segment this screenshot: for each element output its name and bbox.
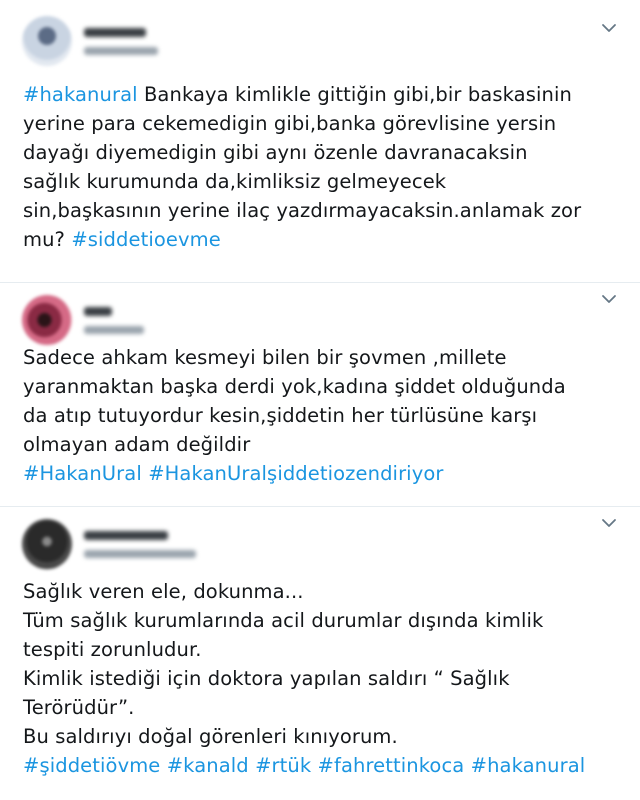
author-info[interactable]	[84, 27, 158, 55]
text-segment: tespiti zorunludur.	[23, 638, 202, 661]
text-segment: Bu saldırıyı doğal görenleri kınıyorum.	[23, 725, 398, 748]
hashtag-link[interactable]: #fahrettinkoca	[318, 754, 465, 777]
tweet-text: Sadece ahkam kesmeyi bilen bir şovmen ,m…	[23, 343, 566, 488]
author-name-blurred[interactable]	[84, 27, 146, 37]
tweet-text-line: Sadece ahkam kesmeyi bilen bir şovmen ,m…	[23, 343, 566, 372]
tweet-text: #hakanural Bankaya kimlikle gittiğin gib…	[23, 80, 623, 254]
hashtag-link[interactable]: #hakanural	[471, 754, 586, 777]
tweet-1: #hakanural Bankaya kimlikle gittiğin gib…	[0, 0, 640, 283]
text-segment: olmayan adam değildir	[23, 433, 251, 456]
hashtag-link[interactable]: #siddetioevme	[71, 228, 221, 251]
tweet-text-line: olmayan adam değildir	[23, 430, 566, 459]
tweet-text-line: tespiti zorunludur.	[23, 635, 585, 664]
text-segment: Sağlık veren ele, dokunma...	[23, 580, 304, 603]
hashtag-link[interactable]: #rtük	[255, 754, 311, 777]
author-info[interactable]	[84, 530, 196, 558]
chevron-down-icon[interactable]	[600, 517, 618, 529]
hashtag-link[interactable]: #şiddetiövme	[23, 754, 160, 777]
tweet-3: Sağlık veren ele, dokunma... Tüm sağlık k…	[0, 507, 640, 800]
text-segment: da atıp tutuyordur kesin,şiddetin her tü…	[23, 404, 538, 427]
tweet-text-line: Bu saldırıyı doğal görenleri kınıyorum.	[23, 722, 585, 751]
tweet-text-line: Terörüdür”.	[23, 693, 585, 722]
tweet-text-line: #hakanural Bankaya kimlikle gittiğin gib…	[23, 80, 623, 109]
hashtag-link[interactable]: #HakanUralşiddetiozendiriyor	[148, 462, 443, 485]
tweet-header	[22, 519, 196, 569]
tweet-text-line: Kimlik istediği için doktora yapılan sal…	[23, 664, 585, 693]
chevron-down-icon[interactable]	[600, 22, 618, 34]
avatar[interactable]	[22, 519, 72, 569]
tweet-text-line: sin,başkasının yerine ilaç yazdırmayacak…	[23, 196, 623, 225]
hashtag-link[interactable]: #HakanUral	[23, 462, 142, 485]
tweet-text-line: #şiddetiövme #kanald #rtük #fahrettinkoc…	[23, 751, 585, 780]
text-segment: Sadece ahkam kesmeyi bilen bir şovmen ,m…	[23, 346, 507, 369]
avatar[interactable]	[22, 16, 72, 66]
tweet-text-line: da atıp tutuyordur kesin,şiddetin her tü…	[23, 401, 566, 430]
tweet-header	[22, 16, 158, 66]
tweet-text-line: sağlık kurumunda da,kimliksiz gelmeyecek	[23, 167, 623, 196]
hashtag-link[interactable]: #kanald	[167, 754, 249, 777]
tweet-text-line: #HakanUral #HakanUralşiddetiozendiriyor	[23, 459, 566, 488]
text-segment: mu?	[23, 228, 72, 251]
tweet-text: Sağlık veren ele, dokunma... Tüm sağlık k…	[23, 577, 585, 780]
text-segment: yaranmaktan başka derdi yok,kadına şidde…	[23, 375, 566, 398]
text-segment: Terörüdür”.	[23, 696, 135, 719]
text-segment: Tüm sağlık kurumlarında acil durumlar dı…	[23, 609, 544, 632]
tweet-text-line: Sağlık veren ele, dokunma...	[23, 577, 585, 606]
tweet-header	[22, 295, 144, 345]
tweet-text-line: mu? #siddetioevme	[23, 225, 623, 254]
text-segment: sağlık kurumunda da,kimliksiz gelmeyecek	[23, 170, 447, 193]
tweet-text-line: dayağı diyemedigin gibi aynı özenle davr…	[23, 138, 623, 167]
text-segment: dayağı diyemedigin gibi aynı özenle davr…	[23, 141, 528, 164]
author-handle-blurred	[84, 46, 158, 55]
author-handle-blurred	[84, 325, 144, 334]
author-info[interactable]	[84, 306, 144, 334]
author-name-blurred[interactable]	[84, 306, 112, 316]
avatar[interactable]	[22, 295, 72, 345]
tweet-2: Sadece ahkam kesmeyi bilen bir şovmen ,m…	[0, 283, 640, 507]
tweet-text-line: yaranmaktan başka derdi yok,kadına şidde…	[23, 372, 566, 401]
author-name-blurred[interactable]	[84, 530, 168, 540]
text-segment: Bankaya kimlikle gittiğin gibi,bir baska…	[137, 83, 572, 106]
author-handle-blurred	[84, 549, 196, 558]
chevron-down-icon[interactable]	[600, 293, 618, 305]
text-segment: Kimlik istediği için doktora yapılan sal…	[23, 667, 510, 690]
text-segment: sin,başkasının yerine ilaç yazdırmayacak…	[23, 199, 582, 222]
hashtag-link[interactable]: #hakanural	[23, 83, 138, 106]
tweet-text-line: Tüm sağlık kurumlarında acil durumlar dı…	[23, 606, 585, 635]
text-segment: yerine para cekemedigin gibi,banka görev…	[23, 112, 557, 135]
tweet-text-line: yerine para cekemedigin gibi,banka görev…	[23, 109, 623, 138]
